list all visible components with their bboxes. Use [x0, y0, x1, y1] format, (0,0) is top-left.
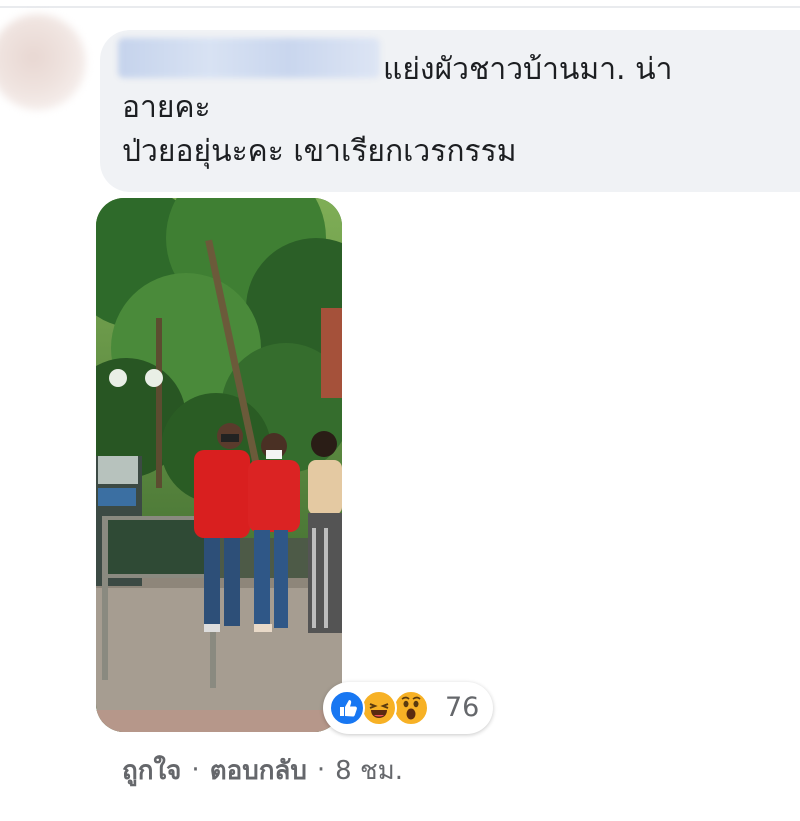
- wow-icon: [393, 690, 429, 726]
- separator-dot: ·: [316, 755, 326, 785]
- reaction-count: 76: [445, 692, 480, 723]
- comment-actions: ถูกใจ · ตอบกลับ · 8 ชม.: [122, 748, 403, 792]
- photo-image: [96, 198, 342, 732]
- comment-text-line: ป่วยอยุ่นะคะ เขาเรียกเวรกรรม: [122, 134, 517, 169]
- separator-dot: ·: [191, 755, 200, 785]
- avatar[interactable]: [0, 14, 86, 110]
- like-icon: [329, 690, 365, 726]
- comment-text-line: อายคะ: [122, 90, 211, 125]
- comment-bubble: แย่งผัวชาวบ้านมา. น่า อายคะ ป่วยอยุ่นะคะ…: [100, 30, 800, 192]
- reply-button[interactable]: ตอบกลับ: [210, 750, 307, 791]
- comment-text-line: แย่งผัวชาวบ้านมา. น่า: [383, 52, 673, 87]
- reaction-summary[interactable]: 76: [323, 682, 493, 734]
- divider: [0, 6, 800, 8]
- like-button[interactable]: ถูกใจ: [122, 750, 181, 791]
- comment-photo[interactable]: [96, 198, 342, 732]
- timestamp[interactable]: 8 ชม.: [335, 750, 403, 791]
- author-name[interactable]: [118, 38, 380, 78]
- haha-icon: [361, 690, 397, 726]
